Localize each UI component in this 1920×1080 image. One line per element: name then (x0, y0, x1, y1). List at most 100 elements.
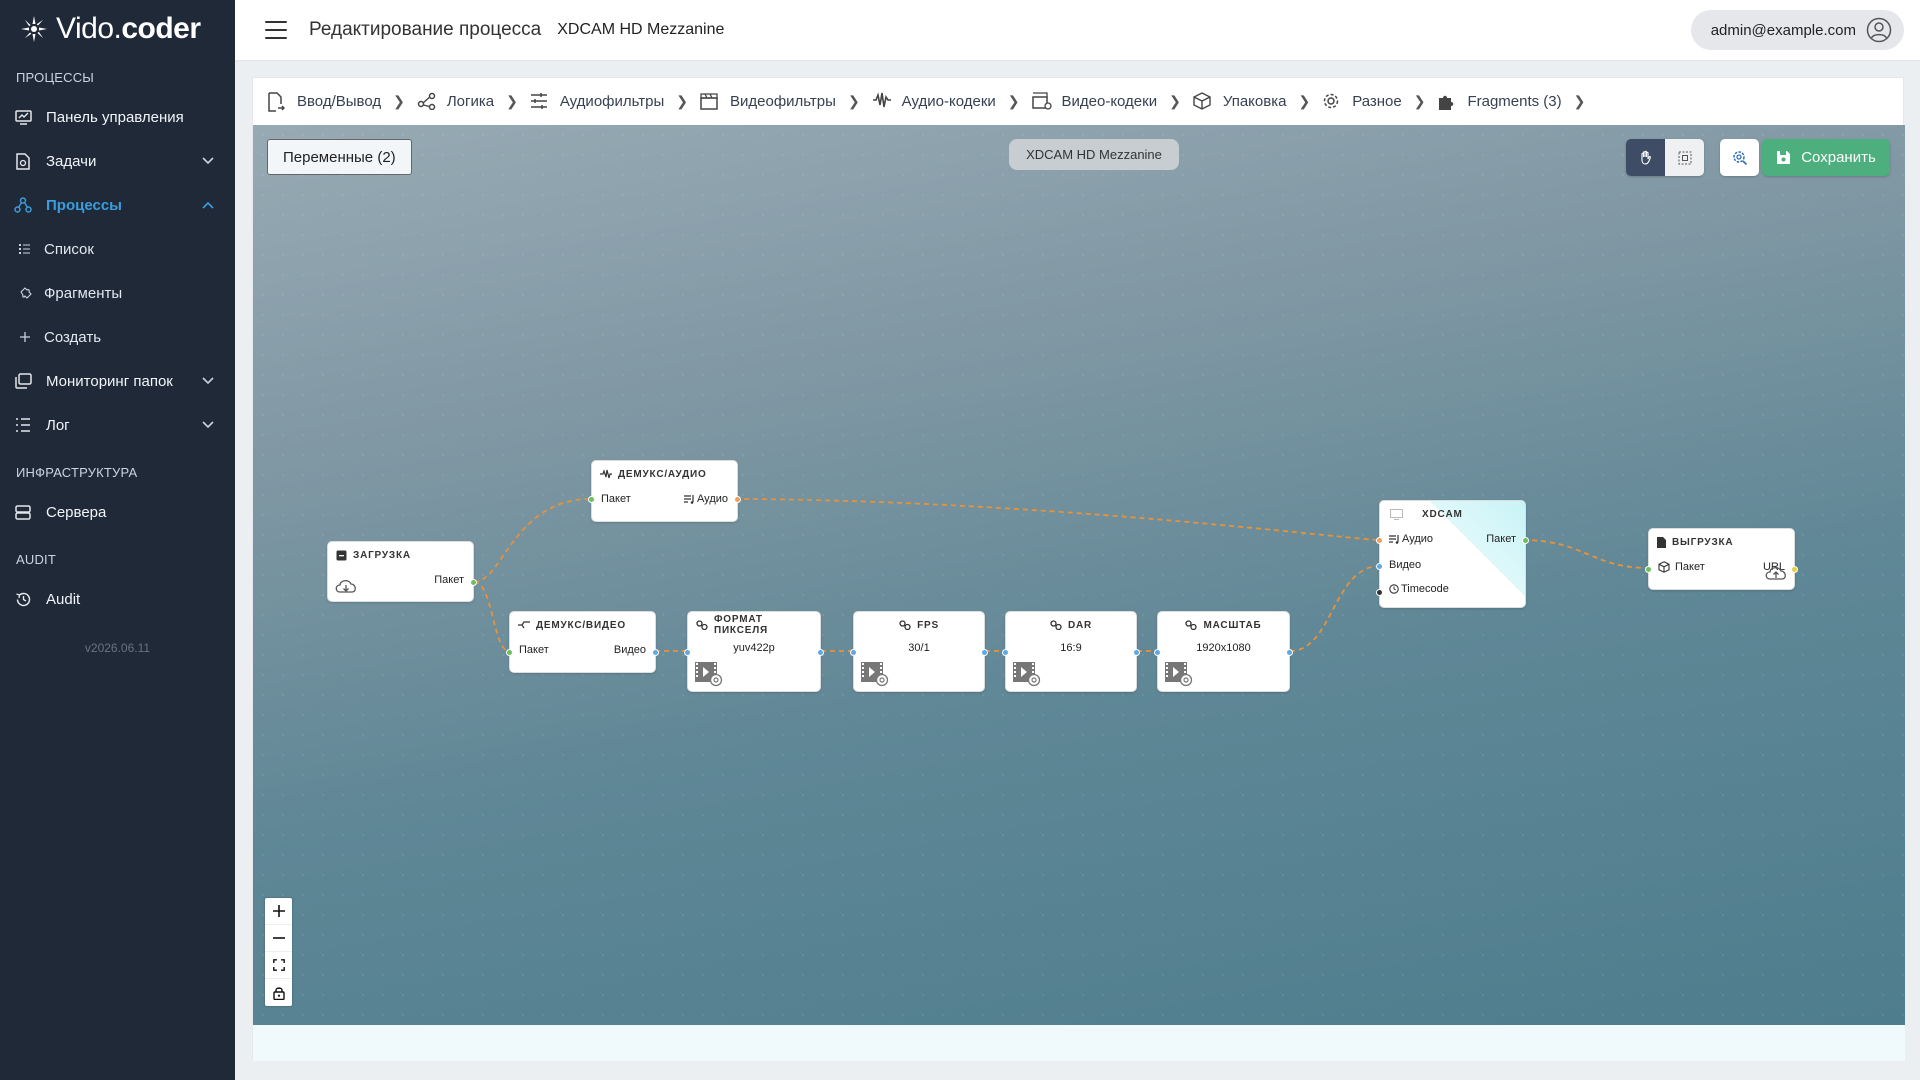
node-title: Формат пикселя (688, 612, 820, 638)
port-out[interactable] (470, 579, 477, 586)
processes-icon (14, 196, 32, 214)
settings-search-icon (1732, 150, 1747, 165)
gears-icon (1185, 620, 1198, 630)
clock-icon (1389, 584, 1399, 594)
port-in-timecode[interactable] (1376, 589, 1383, 596)
port-in[interactable] (1645, 566, 1652, 573)
node-pixel-format[interactable]: Формат пикселя yuv422p (684, 611, 824, 692)
sidebar-item-label: Фрагменты (44, 284, 123, 302)
zoom-out-button[interactable] (265, 925, 292, 952)
lock-canvas-button[interactable] (265, 979, 292, 1006)
zoom-in-button[interactable] (265, 898, 292, 925)
tab-video-filters[interactable]: Видеофильтры ❯ (700, 92, 860, 112)
chevron-down-icon (202, 377, 214, 385)
sidebar-item-audit[interactable]: Audit (0, 577, 235, 621)
tab-io[interactable]: Ввод/Вывод ❯ (267, 91, 405, 112)
node-port-row: Аудио Пакет (1380, 527, 1525, 551)
tab-label: Аудиофильтры (559, 93, 665, 110)
sidebar-item-label: Audit (46, 590, 81, 608)
port-in[interactable] (1154, 649, 1161, 656)
folders-icon (14, 372, 32, 390)
node-demux-audio[interactable]: Демукс/аудио Пакет Аудио (588, 460, 741, 522)
chevron-right-icon: ❯ (1298, 93, 1311, 109)
port-in[interactable] (684, 649, 691, 656)
video-settings-icon (1031, 91, 1052, 112)
hamburger-menu-button[interactable] (265, 21, 287, 39)
port-out[interactable] (1791, 566, 1798, 573)
port-in[interactable] (588, 496, 595, 503)
node-load[interactable]: Загрузка Пакет (327, 541, 477, 602)
chevron-down-icon (202, 157, 214, 165)
sidebar-item-tasks[interactable]: Задачи (0, 139, 235, 183)
port-out[interactable] (652, 649, 659, 656)
port-out[interactable] (734, 496, 741, 503)
tab-label: Логика (446, 93, 495, 110)
port-in[interactable] (1002, 649, 1009, 656)
page-subtitle: XDCAM HD Mezzanine (557, 21, 725, 38)
sidebar-item-label: Панель управления (46, 108, 184, 126)
flow-canvas[interactable]: Загрузка Пакет Демукс/аудио Пакет Аудио … (253, 125, 1905, 1025)
select-mode-button[interactable] (1665, 139, 1704, 176)
node-title: Демукс/аудио (592, 461, 737, 487)
tab-fragments[interactable]: Fragments (3) ❯ (1437, 92, 1585, 112)
lock-icon (272, 986, 285, 1000)
sidebar: Vido.coder ПРОЦЕССЫ Панель управления За… (0, 0, 235, 1080)
port-out[interactable] (1522, 537, 1529, 544)
fullscreen-icon (272, 959, 285, 971)
canvas-settings-button[interactable] (1720, 139, 1759, 176)
sidebar-item-label: Лог (46, 416, 70, 434)
settings-group (1720, 139, 1759, 176)
fit-view-button[interactable] (265, 952, 292, 979)
node-upload[interactable]: Выгрузка Пакет URL (1645, 528, 1798, 590)
sidebar-item-log[interactable]: Лог (0, 403, 235, 447)
pan-mode-button[interactable] (1626, 139, 1665, 176)
port-in-video[interactable] (1376, 563, 1383, 570)
node-title: XDCAM (1380, 501, 1525, 527)
app-logo[interactable]: Vido.coder (0, 0, 235, 58)
user-menu[interactable]: admin@example.com (1690, 10, 1904, 50)
save-button-label: Сохранить (1801, 149, 1876, 166)
tab-audio-filters[interactable]: Аудиофильтры ❯ (530, 92, 688, 112)
chevron-down-icon (202, 421, 214, 429)
port-out[interactable] (1286, 649, 1293, 656)
chevron-right-icon: ❯ (1169, 93, 1181, 109)
sidebar-item-create[interactable]: Создать (0, 315, 235, 359)
tab-packaging[interactable]: Упаковка ❯ (1193, 91, 1311, 112)
file-icon (336, 550, 347, 560)
sidebar-item-dashboard[interactable]: Панель управления (0, 95, 235, 139)
tab-logic[interactable]: Логика ❯ (417, 92, 518, 112)
sidebar-item-fragments[interactable]: Фрагменты (0, 271, 235, 315)
node-value: yuv422p (733, 642, 775, 654)
port-out[interactable] (817, 649, 824, 656)
tab-audio-codecs[interactable]: Аудио-кодеки ❯ (872, 91, 1020, 112)
chevron-right-icon: ❯ (676, 93, 688, 109)
node-scale[interactable]: Масштаб 1920x1080 (1154, 611, 1293, 692)
node-dar[interactable]: DAR 16:9 (1002, 611, 1140, 692)
gears-icon (899, 620, 911, 630)
tab-video-codecs[interactable]: Видео-кодеки ❯ (1031, 91, 1181, 112)
save-button[interactable]: Сохранить (1762, 139, 1890, 176)
sidebar-item-label: Создать (44, 328, 102, 346)
plus-icon (18, 330, 32, 344)
node-fps[interactable]: FPS 30/1 (850, 611, 988, 692)
sidebar-item-servers[interactable]: Сервера (0, 490, 235, 534)
chevron-right-icon: ❯ (393, 93, 405, 109)
node-xdcam[interactable]: XDCAM Аудио Пакет Видео Timecode (1376, 500, 1529, 608)
sidebar-item-list[interactable]: Список (0, 227, 235, 271)
chevron-right-icon: ❯ (847, 93, 860, 109)
port-out[interactable] (1133, 649, 1140, 656)
port-in[interactable] (506, 649, 513, 656)
port-in[interactable] (850, 649, 857, 656)
split-icon (518, 621, 530, 629)
port-out[interactable] (981, 649, 988, 656)
variables-button[interactable]: Переменные (2) (267, 139, 412, 175)
sidebar-item-label: Сервера (46, 503, 107, 521)
tab-label: Видео-кодеки (1061, 93, 1158, 110)
sidebar-item-folder-monitoring[interactable]: Мониторинг папок (0, 359, 235, 403)
sidebar-item-processes[interactable]: Процессы (0, 183, 235, 227)
minus-icon (272, 937, 285, 939)
app-version: v2026.06.11 (84, 641, 151, 655)
port-in-audio[interactable] (1376, 537, 1383, 544)
node-demux-video[interactable]: Демукс/видео Пакет Видео (506, 611, 659, 673)
tab-misc[interactable]: Разное ❯ (1322, 92, 1425, 112)
